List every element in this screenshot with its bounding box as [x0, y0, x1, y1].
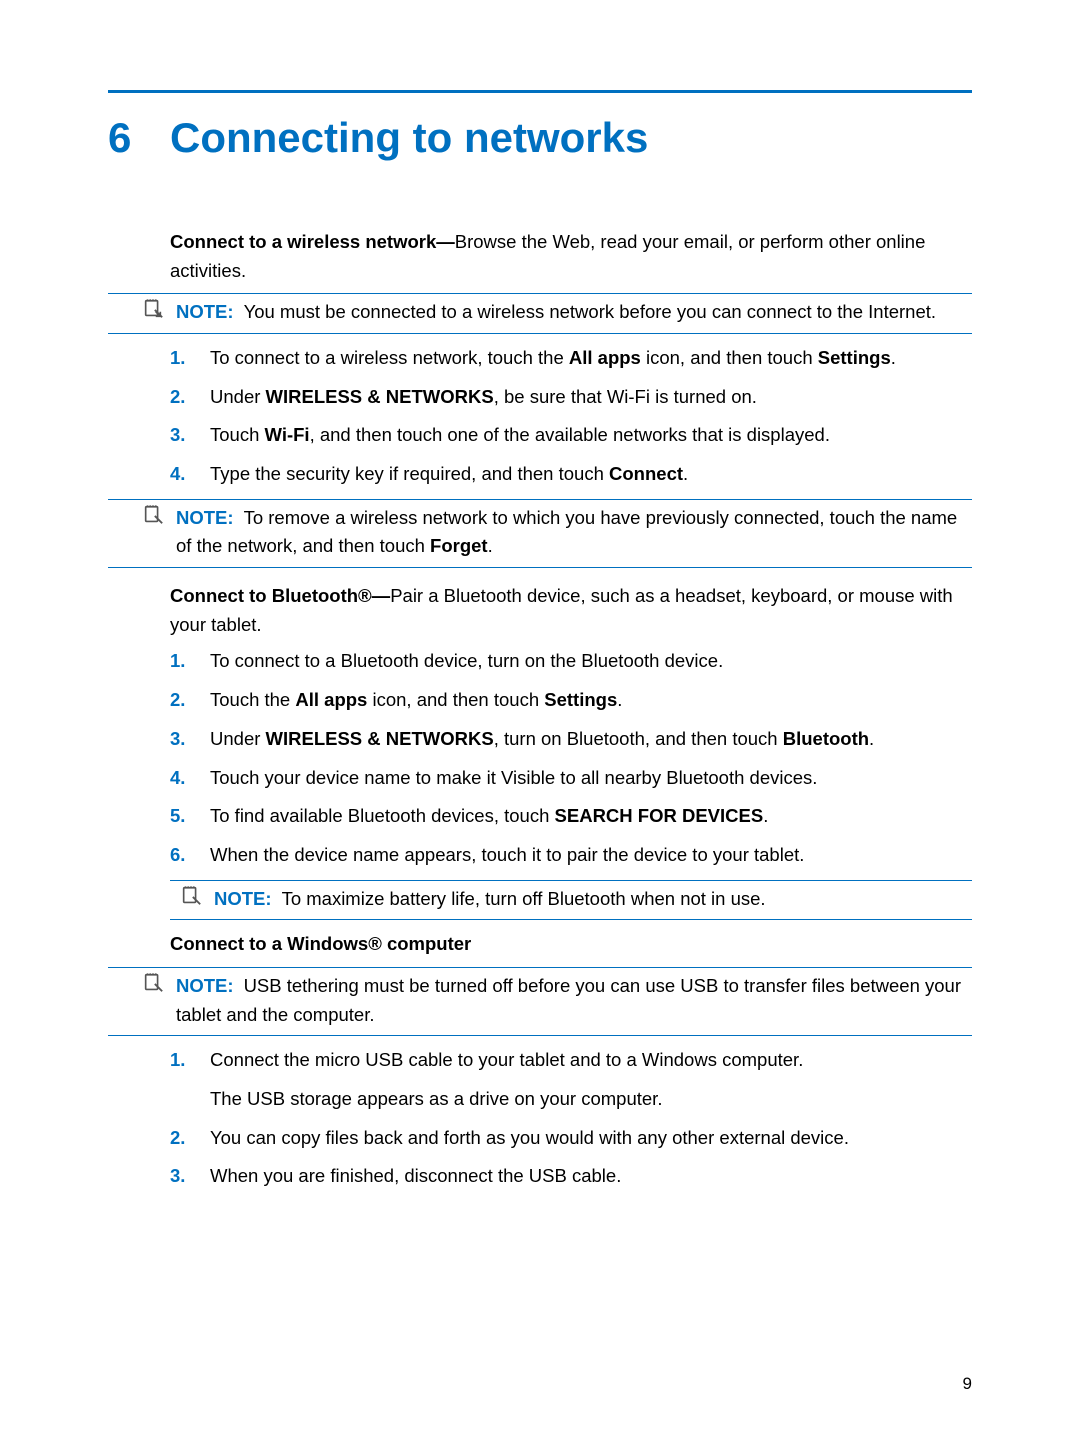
step-text: . — [891, 347, 896, 368]
step-bold: All apps — [295, 689, 367, 710]
note-icon — [142, 504, 164, 526]
step-text: icon, and then touch — [367, 689, 544, 710]
step-number: 1. — [170, 1046, 192, 1113]
note-label: NOTE: — [176, 975, 234, 996]
chapter-number: 6 — [108, 105, 170, 170]
list-item: 3. Touch Wi-Fi, and then touch one of th… — [170, 421, 972, 450]
note-block-4: NOTE:USB tethering must be turned off be… — [108, 967, 972, 1036]
list-item: 2. Under WIRELESS & NETWORKS, be sure th… — [170, 383, 972, 412]
step-number: 3. — [170, 1162, 192, 1191]
step-text: Touch — [210, 424, 265, 445]
note-icon — [142, 972, 164, 994]
top-rule — [108, 90, 972, 93]
step-text: . — [763, 805, 768, 826]
step-text: Connect the micro USB cable to your tabl… — [210, 1049, 803, 1070]
note-block-1: NOTE: You must be connected to a wireless… — [108, 293, 972, 334]
intro-paragraph-bluetooth: Connect to Bluetooth®—Pair a Bluetooth d… — [170, 582, 972, 639]
note-label: NOTE: — [176, 301, 234, 322]
note-block-2: NOTE:To remove a wireless network to whi… — [108, 499, 972, 568]
note-text: USB tethering must be turned off before … — [176, 975, 961, 1025]
step-text: To find available Bluetooth devices, tou… — [210, 805, 555, 826]
bluetooth-steps-list: 1. To connect to a Bluetooth device, tur… — [170, 647, 972, 869]
step-bold: Bluetooth — [783, 728, 869, 749]
step-number: 1. — [170, 647, 192, 676]
list-item: 1. Connect the micro USB cable to your t… — [170, 1046, 972, 1113]
note-block-3: NOTE: To maximize battery life, turn off … — [170, 880, 972, 921]
note-text: To maximize battery life, turn off Bluet… — [282, 888, 766, 909]
list-item: 5. To find available Bluetooth devices, … — [170, 802, 972, 831]
step-bold: All apps — [569, 347, 641, 368]
step-text: Touch the — [210, 689, 295, 710]
step-number: 3. — [170, 725, 192, 754]
step-bold: Wi-Fi — [265, 424, 310, 445]
step-text: Type the security key if required, and t… — [210, 463, 609, 484]
step-text: When you are finished, disconnect the US… — [210, 1162, 972, 1191]
list-item: 4. Touch your device name to make it Vis… — [170, 764, 972, 793]
step-bold: SEARCH FOR DEVICES — [555, 805, 764, 826]
step-number: 4. — [170, 764, 192, 793]
step-text: Touch your device name to make it Visibl… — [210, 764, 972, 793]
step-text: Under — [210, 728, 266, 749]
list-item: 6. When the device name appears, touch i… — [170, 841, 972, 870]
step-number: 6. — [170, 841, 192, 870]
step-bold: WIRELESS & NETWORKS — [266, 386, 494, 407]
note-icon — [180, 885, 202, 907]
wifi-steps-list: 1. To connect to a wireless network, tou… — [170, 344, 972, 489]
step-number: 2. — [170, 686, 192, 715]
chapter-heading: 6 Connecting to networks — [108, 105, 972, 170]
step-bold: WIRELESS & NETWORKS — [266, 728, 494, 749]
step-number: 1. — [170, 344, 192, 373]
step-bold: Settings — [544, 689, 617, 710]
step-text: . — [617, 689, 622, 710]
note-label: NOTE: — [176, 507, 234, 528]
note-bold: Forget — [430, 535, 488, 556]
step-sub-paragraph: The USB storage appears as a drive on yo… — [210, 1085, 972, 1114]
list-item: 1. To connect to a wireless network, tou… — [170, 344, 972, 373]
intro-bt-bold: Connect to Bluetooth®— — [170, 585, 390, 606]
step-text: icon, and then touch — [641, 347, 818, 368]
note-icon — [142, 298, 164, 320]
step-number: 4. — [170, 460, 192, 489]
step-text: , be sure that Wi-Fi is turned on. — [494, 386, 757, 407]
list-item: 4. Type the security key if required, an… — [170, 460, 972, 489]
subhead-windows: Connect to a Windows® computer — [170, 930, 972, 959]
step-bold: Connect — [609, 463, 683, 484]
step-text: . — [683, 463, 688, 484]
note-text: You must be connected to a wireless netw… — [244, 301, 936, 322]
step-text: When the device name appears, touch it t… — [210, 841, 972, 870]
note-text: To remove a wireless network to which yo… — [176, 507, 957, 557]
step-bold: Settings — [818, 347, 891, 368]
step-number: 2. — [170, 1124, 192, 1153]
note-label: NOTE: — [214, 888, 272, 909]
step-text: To connect to a wireless network, touch … — [210, 347, 569, 368]
step-text: , and then touch one of the available ne… — [310, 424, 830, 445]
step-number: 3. — [170, 421, 192, 450]
step-text: , turn on Bluetooth, and then touch — [494, 728, 783, 749]
page-number: 9 — [963, 1371, 972, 1397]
step-text: To connect to a Bluetooth device, turn o… — [210, 647, 972, 676]
windows-steps-list: 1. Connect the micro USB cable to your t… — [170, 1046, 972, 1191]
chapter-title: Connecting to networks — [170, 105, 648, 170]
list-item: 2. Touch the All apps icon, and then tou… — [170, 686, 972, 715]
step-number: 2. — [170, 383, 192, 412]
list-item: 2. You can copy files back and forth as … — [170, 1124, 972, 1153]
step-text: . — [869, 728, 874, 749]
step-number: 5. — [170, 802, 192, 831]
step-text: Under — [210, 386, 266, 407]
note-text: . — [488, 535, 493, 556]
intro-paragraph-wifi: Connect to a wireless network—Browse the… — [170, 228, 972, 285]
list-item: 3. When you are finished, disconnect the… — [170, 1162, 972, 1191]
intro-wifi-bold: Connect to a wireless network— — [170, 231, 455, 252]
list-item: 3. Under WIRELESS & NETWORKS, turn on Bl… — [170, 725, 972, 754]
list-item: 1. To connect to a Bluetooth device, tur… — [170, 647, 972, 676]
step-text: You can copy files back and forth as you… — [210, 1124, 972, 1153]
